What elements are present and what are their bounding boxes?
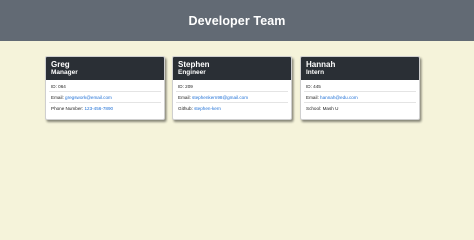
- phone-row: Phone Number: 123-456-7890: [49, 103, 161, 113]
- school-value: Mash U: [322, 105, 339, 111]
- employee-name: Stephen: [178, 60, 210, 69]
- phone-link[interactable]: 123-456-7890: [84, 106, 113, 111]
- email-link[interactable]: gregswork@email.com: [65, 95, 112, 100]
- card-body: ID: 445 Email: hannah@edu.com School: Ma…: [301, 80, 419, 114]
- employee-role: Intern: [306, 69, 325, 76]
- github-row: Github: stephen-kern: [176, 103, 288, 113]
- employee-name: Hannah: [306, 60, 336, 69]
- id-row: ID: 445: [304, 81, 416, 93]
- card-header: Hannah Intern: [301, 57, 419, 80]
- employee-role: Manager: [51, 69, 78, 76]
- email-label: Email:: [51, 94, 64, 100]
- id-value: 209: [185, 83, 193, 89]
- id-row: ID: 064: [49, 81, 161, 93]
- email-label: Email:: [178, 94, 191, 100]
- github-link[interactable]: stephen-kern: [194, 106, 221, 111]
- employee-card-manager: Greg Manager ID: 064 Email: gregswork@em…: [45, 56, 165, 120]
- email-label: Email:: [306, 94, 319, 100]
- employee-card-engineer: Stephen Engineer ID: 209 Email: stephenk…: [172, 56, 292, 120]
- page-title: Developer Team: [188, 13, 286, 28]
- id-label: ID:: [306, 83, 312, 89]
- card-body: ID: 209 Email: stephenkern98@gmail.com G…: [173, 80, 291, 114]
- email-row: Email: hannah@edu.com: [304, 92, 416, 104]
- employee-name: Greg: [51, 60, 70, 69]
- github-label: Github:: [178, 105, 193, 111]
- id-value: 445: [313, 83, 321, 89]
- school-row: School: Mash U: [304, 103, 416, 113]
- school-label: School:: [306, 105, 322, 111]
- email-row: Email: gregswork@email.com: [49, 92, 161, 104]
- card-header: Greg Manager: [46, 57, 164, 80]
- employee-card-intern: Hannah Intern ID: 445 Email: hannah@edu.…: [300, 56, 420, 120]
- page-header: Developer Team: [0, 0, 474, 41]
- employee-role: Engineer: [178, 69, 206, 76]
- email-link[interactable]: stephenkern98@gmail.com: [192, 95, 248, 100]
- card-body: ID: 064 Email: gregswork@email.com Phone…: [46, 80, 164, 114]
- id-label: ID:: [178, 83, 184, 89]
- email-link[interactable]: hannah@edu.com: [320, 95, 358, 100]
- phone-label: Phone Number:: [51, 105, 84, 111]
- card-header: Stephen Engineer: [173, 57, 291, 80]
- id-row: ID: 209: [176, 81, 288, 93]
- email-row: Email: stephenkern98@gmail.com: [176, 92, 288, 104]
- id-label: ID:: [51, 83, 57, 89]
- id-value: 064: [58, 83, 66, 89]
